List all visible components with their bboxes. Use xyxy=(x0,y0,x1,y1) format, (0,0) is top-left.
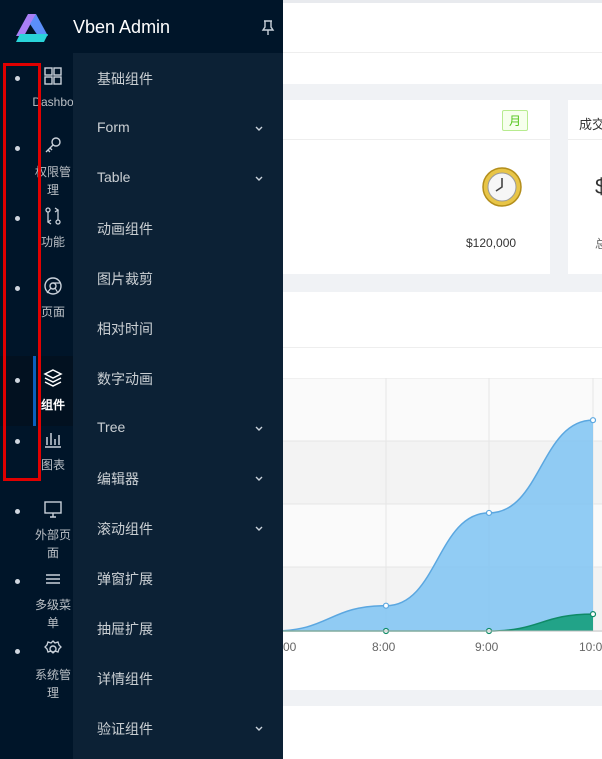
submenu-item[interactable]: Table xyxy=(73,153,283,203)
submenu-item-label: 抽屉扩展 xyxy=(97,621,153,637)
stat-card-2-footer: 总 xyxy=(595,237,602,251)
grid-band xyxy=(283,378,602,441)
chevron-down-icon xyxy=(255,726,263,731)
submenu-item-label: 编辑器 xyxy=(97,471,139,487)
submenu-item[interactable]: 弹窗扩展 xyxy=(73,553,283,603)
chevron-down-icon xyxy=(255,126,263,131)
submenu-item-label: 验证组件 xyxy=(97,721,153,737)
stat-card-header: 月 xyxy=(283,100,550,140)
submenu-item[interactable]: 详情组件 xyxy=(73,653,283,703)
submenu-item[interactable]: 基础组件 xyxy=(73,53,283,103)
submenu-item-label: 详情组件 xyxy=(97,671,153,687)
menu-dot xyxy=(15,509,20,514)
sidebar-item-label: 系统管理 xyxy=(34,668,71,700)
layers-icon xyxy=(43,369,63,387)
submenu-item-label: Tree xyxy=(97,419,126,435)
submenu-item-label: Form xyxy=(97,119,130,135)
bottom-card xyxy=(283,706,602,759)
submenu-item[interactable]: Tree xyxy=(73,403,283,453)
chevron-down-icon xyxy=(255,176,263,181)
submenu-item[interactable]: 动画组件 xyxy=(73,203,283,253)
x-tick-label: 10:0 xyxy=(579,640,602,654)
data-point xyxy=(589,417,597,424)
sidebar-item-8[interactable]: 系统管理 xyxy=(0,636,73,706)
menu-dot xyxy=(15,579,20,584)
x-tick-label: 8:00 xyxy=(372,640,396,654)
sidebar-item-6[interactable]: 外部页面 xyxy=(0,496,73,566)
brand-logo[interactable] xyxy=(14,12,52,44)
submenu-item-label: 相对时间 xyxy=(97,321,153,337)
submenu-list: 基础组件 Form Table 动画组件图片裁剪相对时间数字动画 Tree 编辑器滚动组件… xyxy=(73,53,283,759)
area-chart: 00 8:00 9:00 10:0 xyxy=(283,378,602,654)
git-compare-icon xyxy=(45,207,61,225)
stat-value: $120,000 xyxy=(466,236,517,250)
submenu-item[interactable]: 抽屉扩展 xyxy=(73,603,283,653)
chart-card-header xyxy=(283,292,602,348)
chevron-down-icon xyxy=(255,526,263,531)
submenu-item-label: 弹窗扩展 xyxy=(97,571,153,587)
submenu-item[interactable]: 编辑器 xyxy=(73,453,283,503)
submenu-item-label: 滚动组件 xyxy=(97,521,153,537)
submenu-item[interactable]: 滚动组件 xyxy=(73,503,283,553)
submenu-item-label: 动画组件 xyxy=(97,221,153,237)
sidebar-item-label: 多级菜单 xyxy=(34,598,71,630)
submenu-item[interactable]: Form xyxy=(73,103,283,153)
top-header xyxy=(283,0,602,52)
stat-card-2-header: 成交 xyxy=(568,100,602,140)
settings-icon xyxy=(44,640,62,654)
sidebar-item-7[interactable]: 多级菜单 xyxy=(0,566,73,636)
chrome-icon xyxy=(44,277,62,295)
app-title: Vben Admin xyxy=(73,17,171,37)
submenu-item-label: 图片裁剪 xyxy=(97,271,153,287)
submenu-item[interactable]: 验证组件 xyxy=(73,703,283,753)
bar-chart-icon xyxy=(45,433,61,448)
submenu-item-label: 数字动画 xyxy=(97,371,153,387)
menu-lines-icon xyxy=(46,574,60,584)
tabs-bar xyxy=(283,52,602,84)
menu-dot xyxy=(15,649,20,654)
data-point xyxy=(485,509,493,517)
chevron-down-icon xyxy=(255,476,263,481)
x-tick-label: 9:00 xyxy=(475,640,499,654)
submenu-item[interactable]: 图片裁剪 xyxy=(73,253,283,303)
monitor-icon xyxy=(44,501,62,518)
dashboard-grid-icon xyxy=(44,67,62,85)
pin-icon[interactable] xyxy=(261,20,275,36)
stat-card: 月 $120,000 xyxy=(283,100,550,274)
stat-card-2-value: $ xyxy=(595,174,602,199)
submenu-item[interactable]: 相对时间 xyxy=(73,303,283,353)
data-point xyxy=(589,611,597,618)
stat-card-2: 成交 $ 总 xyxy=(568,100,602,274)
submenu-item-label: 基础组件 xyxy=(97,71,153,87)
key-icon xyxy=(45,137,61,153)
data-point xyxy=(382,602,390,609)
submenu-item-label: Table xyxy=(97,169,131,185)
submenu-item[interactable]: 数字动画 xyxy=(73,353,283,403)
sidebar-item-label: 外部页面 xyxy=(34,528,71,560)
highlight-box xyxy=(3,63,41,481)
stat-card-2-title: 成交 xyxy=(579,117,602,132)
period-tag: 月 xyxy=(502,110,529,131)
clock-icon xyxy=(482,167,522,207)
chevron-down-icon xyxy=(255,426,263,431)
submenu-panel: Vben Admin 基础组件 Form Table 动画组件图片裁剪相对时间数字动画… xyxy=(73,0,283,759)
x-tick-label: 00 xyxy=(283,640,297,654)
